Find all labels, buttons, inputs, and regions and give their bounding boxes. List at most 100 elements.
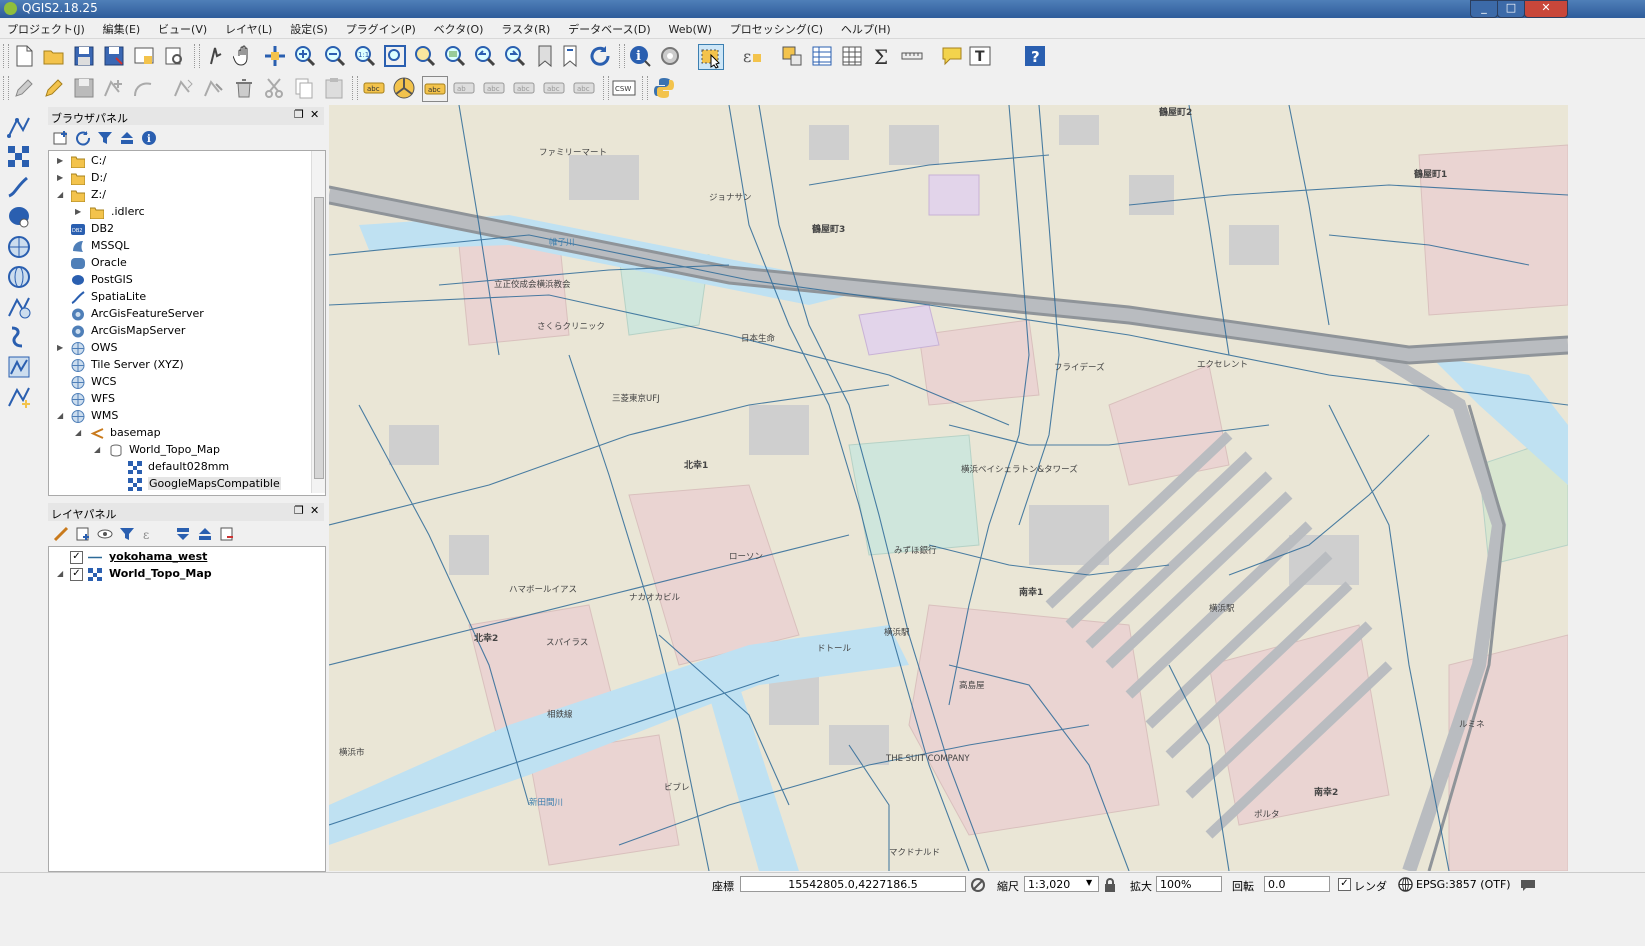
move-feature-icon[interactable] xyxy=(172,76,196,100)
crs-status[interactable]: EPSG:3857 (OTF) xyxy=(1416,878,1511,891)
coordinate-field[interactable] xyxy=(740,876,966,892)
add-virtual-layer-icon[interactable] xyxy=(6,354,32,380)
toggle-editing-icon[interactable] xyxy=(42,76,66,100)
add-wms-layer-icon[interactable] xyxy=(6,234,32,260)
toolbar-grip[interactable] xyxy=(352,76,358,100)
toolbar-grip[interactable] xyxy=(194,44,200,68)
filter-browser-icon[interactable] xyxy=(97,130,113,146)
collapse-arrow-icon[interactable]: ◢ xyxy=(57,190,63,199)
expand-arrow-icon[interactable]: ▶ xyxy=(57,173,63,182)
expand-arrow-icon[interactable]: ▶ xyxy=(75,207,81,216)
tree-item-d-drive[interactable]: ▶ D:/ xyxy=(49,170,299,187)
tree-item-google-maps-compatible[interactable]: GoogleMapsCompatible xyxy=(49,476,299,493)
new-print-composer-icon[interactable] xyxy=(132,44,156,68)
toolbar-grip[interactable] xyxy=(642,76,648,100)
statistical-summary-icon[interactable]: Σ xyxy=(870,44,894,68)
menu-vector[interactable]: ベクタ(O) xyxy=(427,19,491,37)
magnifier-spinbox[interactable] xyxy=(1156,876,1222,892)
zoom-to-layer-icon[interactable] xyxy=(443,44,467,68)
menu-help[interactable]: ヘルプ(H) xyxy=(834,19,898,37)
add-feature-icon[interactable] xyxy=(102,76,126,100)
zoom-full-icon[interactable] xyxy=(383,44,407,68)
zoom-to-selection-icon[interactable] xyxy=(413,44,437,68)
refresh-browser-icon[interactable] xyxy=(75,130,91,146)
new-bookmark-icon[interactable] xyxy=(533,44,557,68)
run-feature-action-icon[interactable] xyxy=(658,44,682,68)
layer-item-yokohama-west[interactable]: ✓ yokohama_west xyxy=(49,549,309,566)
touch-zoom-icon[interactable] xyxy=(203,44,227,68)
add-selected-layers-icon[interactable] xyxy=(53,130,69,146)
layer-visibility-checkbox[interactable]: ✓ xyxy=(70,551,83,564)
cut-features-icon[interactable] xyxy=(262,76,286,100)
tree-item-db2[interactable]: DB2 DB2 xyxy=(49,221,299,238)
menu-edit[interactable]: 編集(E) xyxy=(96,19,148,37)
pan-to-selection-icon[interactable] xyxy=(263,44,287,68)
properties-info-icon[interactable]: i xyxy=(141,130,157,146)
save-project-icon[interactable] xyxy=(72,44,96,68)
select-by-expression-icon[interactable]: ε xyxy=(740,44,764,68)
menu-layer[interactable]: レイヤ(L) xyxy=(218,19,279,37)
menu-project[interactable]: プロジェクト(J) xyxy=(0,19,92,37)
refresh-icon[interactable] xyxy=(588,44,612,68)
zoom-next-icon[interactable] xyxy=(503,44,527,68)
menu-processing[interactable]: プロセッシング(C) xyxy=(723,19,830,37)
toolbar-grip[interactable] xyxy=(3,76,9,100)
pan-map-icon[interactable] xyxy=(233,44,257,68)
add-raster-layer-icon[interactable] xyxy=(6,144,32,170)
close-button[interactable]: ✕ xyxy=(1524,0,1568,18)
zoom-out-icon[interactable] xyxy=(323,44,347,68)
tree-item-wcs[interactable]: WCS xyxy=(49,374,299,391)
new-project-icon[interactable] xyxy=(12,44,36,68)
tree-item-spatialite[interactable]: SpatiaLite xyxy=(49,289,299,306)
open-project-icon[interactable] xyxy=(42,44,66,68)
attribute-table-icon[interactable] xyxy=(810,44,834,68)
tree-item-ows[interactable]: ▶ OWS xyxy=(49,340,299,357)
menu-settings[interactable]: 設定(S) xyxy=(283,19,335,37)
tree-item-arcgis-map-server[interactable]: ArcGisMapServer xyxy=(49,323,299,340)
collapse-arrow-icon[interactable]: ◢ xyxy=(94,445,100,454)
filter-by-expression-icon[interactable]: ε xyxy=(141,526,157,542)
map-tips-icon[interactable] xyxy=(940,44,964,68)
tree-item-arcgis-feature-server[interactable]: ArcGisFeatureServer xyxy=(49,306,299,323)
minimize-button[interactable]: _ xyxy=(1470,0,1498,18)
menu-view[interactable]: ビュー(V) xyxy=(151,19,214,37)
zoom-native-icon[interactable]: 1:1 xyxy=(353,44,377,68)
tree-item-idlerc[interactable]: ▶ .idlerc xyxy=(49,204,299,221)
select-features-icon[interactable] xyxy=(698,44,724,70)
tree-item-wms[interactable]: ◢ WMS xyxy=(49,408,299,425)
pin-labels-icon[interactable]: ab xyxy=(452,76,476,100)
field-calculator-icon[interactable] xyxy=(840,44,864,68)
highlight-pinned-labels-icon[interactable]: abc xyxy=(422,76,448,102)
add-vector-layer-icon[interactable] xyxy=(6,114,32,140)
tree-item-basemap[interactable]: ◢ basemap xyxy=(49,425,299,442)
deselect-features-icon[interactable] xyxy=(780,44,804,68)
collapse-arrow-icon[interactable]: ◢ xyxy=(57,411,63,420)
copy-features-icon[interactable] xyxy=(292,76,316,100)
collapse-arrow-icon[interactable]: ◢ xyxy=(75,428,81,437)
rotation-spinbox[interactable] xyxy=(1264,876,1330,892)
crs-globe-icon[interactable] xyxy=(1398,877,1413,892)
change-label-icon[interactable]: abc xyxy=(572,76,596,100)
add-spatialite-layer-icon[interactable] xyxy=(6,174,32,200)
menu-raster[interactable]: ラスタ(R) xyxy=(494,19,557,37)
tree-item-tile-server[interactable]: Tile Server (XYZ) xyxy=(49,357,299,374)
tree-item-default028mm[interactable]: default028mm xyxy=(49,459,299,476)
map-canvas[interactable]: 北幸1 北幸2 南幸1 南幸2 鶴屋町1 鶴屋町2 鶴屋町3 横浜駅 高島屋 立… xyxy=(329,105,1568,871)
save-layer-edits-icon[interactable] xyxy=(72,76,96,100)
zoom-in-icon[interactable] xyxy=(293,44,317,68)
scale-dropdown-icon[interactable]: ▼ xyxy=(1086,878,1092,887)
composer-manager-icon[interactable] xyxy=(162,44,186,68)
float-panel-icon[interactable]: ❐ xyxy=(294,108,304,121)
maximize-button[interactable]: □ xyxy=(1497,0,1525,18)
layer-item-world-topo-map[interactable]: ◢ ✓ World_Topo_Map xyxy=(49,566,309,583)
delete-selected-icon[interactable] xyxy=(232,76,256,100)
measure-line-icon[interactable] xyxy=(900,44,924,68)
show-hide-labels-icon[interactable]: abc xyxy=(482,76,506,100)
node-tool-icon[interactable] xyxy=(202,76,226,100)
remove-layer-icon[interactable] xyxy=(219,526,235,542)
move-label-icon[interactable]: abc xyxy=(512,76,536,100)
browser-scrollbar[interactable] xyxy=(311,151,325,493)
collapse-arrow-icon[interactable]: ◢ xyxy=(57,569,63,578)
layer-diagram-icon[interactable] xyxy=(392,76,416,100)
tree-item-mssql[interactable]: MSSQL xyxy=(49,238,299,255)
